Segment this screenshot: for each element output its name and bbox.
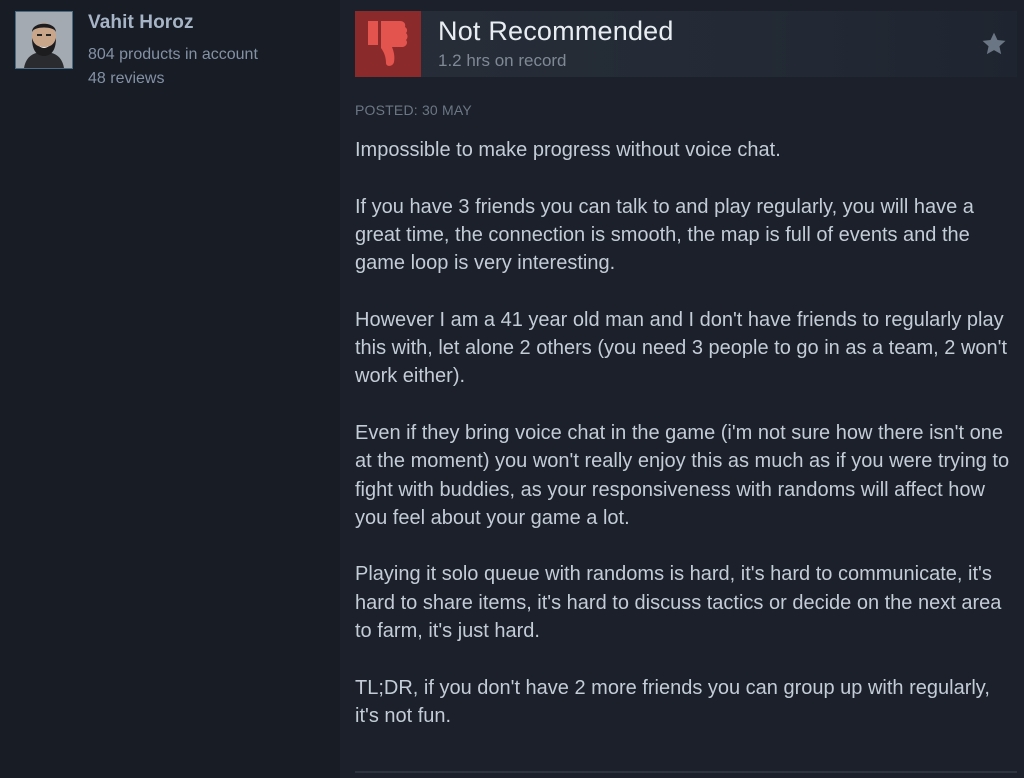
review-paragraph: Playing it solo queue with randoms is ha…: [355, 563, 1002, 643]
posted-date: POSTED: 30 MAY: [355, 102, 472, 118]
author-name[interactable]: Vahit Horoz: [88, 12, 194, 34]
review-panel: Not Recommended 1.2 hrs on record POSTED…: [340, 0, 1024, 778]
review-paragraph: If you have 3 friends you can talk to an…: [355, 195, 974, 275]
author-reviews-count[interactable]: 48 reviews: [88, 70, 164, 88]
avatar[interactable]: [15, 11, 73, 69]
review-body: Impossible to make progress without voic…: [355, 136, 1010, 730]
verdict-thumb: [355, 11, 421, 77]
hours-on-record: 1.2 hrs on record: [438, 51, 567, 70]
author-panel: Vahit Horoz 804 products in account 48 r…: [0, 0, 340, 778]
star-icon[interactable]: [981, 31, 1007, 57]
vote-header: Not Recommended 1.2 hrs on record: [355, 11, 1017, 77]
divider: [355, 771, 1017, 773]
review-paragraph: However I am a 41 year old man and I don…: [355, 308, 1008, 388]
review-paragraph: Even if they bring voice chat in the gam…: [355, 421, 1010, 529]
thumbs-down-icon: [368, 21, 408, 66]
author-products-count[interactable]: 804 products in account: [88, 46, 258, 64]
review-paragraph: TL;DR, if you don't have 2 more friends …: [355, 676, 990, 727]
avatar-image: [16, 12, 72, 68]
verdict-title[interactable]: Not Recommended: [438, 16, 674, 47]
review-paragraph: Impossible to make progress without voic…: [355, 139, 781, 161]
